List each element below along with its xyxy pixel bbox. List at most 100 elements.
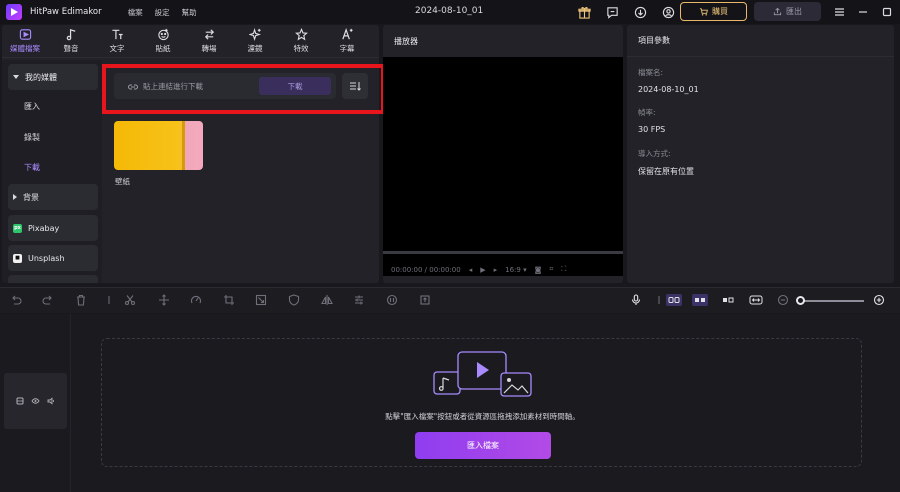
- split-icon[interactable]: [123, 293, 137, 307]
- adjust-icon[interactable]: [352, 293, 366, 307]
- previous-frame-icon[interactable]: ◂: [469, 266, 473, 274]
- track-video-icon[interactable]: [16, 397, 24, 405]
- aspect-ratio-select[interactable]: 16:9 ▾: [505, 266, 526, 274]
- buy-button[interactable]: 購買: [680, 2, 747, 21]
- tab-media[interactable]: 媒體檔案: [2, 25, 48, 57]
- tab-subtitle[interactable]: 字幕: [324, 25, 370, 57]
- menu-settings[interactable]: 設定: [155, 7, 170, 18]
- export-label: 匯出: [786, 7, 802, 16]
- magnet-snap-toggle[interactable]: [666, 294, 682, 306]
- url-input[interactable]: 貼上連結進行下載: [127, 81, 203, 92]
- tab-text-label: 文字: [109, 44, 125, 53]
- mirror-icon[interactable]: [320, 293, 334, 307]
- export-icon: [773, 7, 782, 16]
- feedback-icon[interactable]: [604, 4, 620, 20]
- crop-icon[interactable]: ⌗: [549, 265, 553, 274]
- audio-detach-icon[interactable]: [385, 293, 399, 307]
- speed-icon[interactable]: [189, 293, 203, 307]
- sidebar-background-label: 背景: [23, 192, 39, 202]
- sidebar-unsplash-label: Unsplash: [28, 253, 65, 263]
- zoom-slider-track[interactable]: [801, 300, 864, 302]
- link-track-toggle[interactable]: [692, 294, 708, 306]
- menu-file[interactable]: 檔案: [128, 7, 143, 18]
- import-media-illustration-icon: [433, 351, 532, 397]
- sidebar-my-media[interactable]: 我的媒體: [8, 64, 98, 90]
- titlebar-icons: [576, 4, 676, 20]
- pixabay-logo-icon: px: [13, 223, 22, 233]
- freeze-icon[interactable]: [254, 293, 268, 307]
- tab-effects[interactable]: 特效: [278, 25, 324, 57]
- microphone-icon[interactable]: [629, 293, 643, 307]
- next-frame-icon[interactable]: ▸: [494, 266, 498, 274]
- zoom-slider-handle[interactable]: [796, 296, 805, 305]
- properties-title: 項目參數: [627, 25, 894, 57]
- sidebar-unsplash[interactable]: ■ Unsplash: [8, 245, 98, 271]
- sidebar-item-import[interactable]: 匯入: [24, 101, 40, 112]
- timeline-drop-zone[interactable]: 點擊"匯入檔案"按鈕或者從資源區拖拽添加素材到時間軸。 匯入檔案: [101, 338, 862, 467]
- export-button[interactable]: 匯出: [754, 2, 821, 21]
- hamburger-menu-icon[interactable]: [833, 4, 845, 20]
- main-menu: 檔案 設定 幫助: [128, 7, 197, 18]
- download-button[interactable]: 下載: [259, 77, 331, 95]
- tab-sticker[interactable]: 貼紙: [140, 25, 186, 57]
- maximize-icon[interactable]: [881, 4, 893, 20]
- import-mode-value: 保留在原有位置: [638, 167, 694, 176]
- import-file-button[interactable]: 匯入檔案: [415, 432, 551, 459]
- delete-icon[interactable]: [74, 293, 88, 307]
- project-properties-panel: 項目參數 檔案名: 2024-08-10_01 幀率: 30 FPS 導入方式:…: [627, 25, 894, 283]
- tab-effects-label: 特效: [293, 44, 309, 53]
- separator-2: [652, 293, 666, 307]
- minimize-icon[interactable]: [857, 4, 869, 20]
- app-name: HitPaw Edimakor: [30, 7, 102, 17]
- music-note-icon: [66, 29, 75, 41]
- player-panel: 播放器 00:00:00 / 00:00:00 ◂ ▶ ▸ 16:9 ▾ ◙ ⌗…: [383, 25, 623, 283]
- sidebar-background[interactable]: 背景: [8, 184, 98, 210]
- tab-transition[interactable]: 轉場: [186, 25, 232, 57]
- timeline-toolbar: [0, 287, 900, 313]
- undo-icon[interactable]: [9, 293, 23, 307]
- eye-icon[interactable]: [31, 397, 40, 405]
- zoom-in-icon[interactable]: [872, 293, 886, 307]
- media-thumbnail[interactable]: [114, 121, 203, 170]
- url-placeholder: 貼上連結進行下載: [143, 82, 203, 91]
- playback-progress-bar[interactable]: [383, 251, 623, 254]
- play-icon[interactable]: ▶: [480, 266, 485, 274]
- crop-tool-icon[interactable]: [222, 293, 236, 307]
- menu-help[interactable]: 幫助: [182, 7, 197, 18]
- download-icon[interactable]: [632, 4, 648, 20]
- tab-filter[interactable]: 濾鏡: [232, 25, 278, 57]
- playback-controls: 00:00:00 / 00:00:00 ◂ ▶ ▸ 16:9 ▾ ◙ ⌗ ⛶: [391, 265, 619, 274]
- media-sidebar: 我的媒體 匯入 錄製 下載 背景 px Pixabay ■ Unsplash: [2, 60, 102, 283]
- window-controls: [833, 4, 900, 20]
- track-divider: [70, 314, 71, 492]
- framerate-value: 30 FPS: [638, 125, 666, 134]
- sidebar-item-record[interactable]: 錄製: [24, 132, 40, 143]
- sidebar-pixabay[interactable]: px Pixabay: [8, 215, 98, 241]
- sidebar-more-item[interactable]: [8, 275, 98, 283]
- import-mode-label: 導入方式:: [638, 149, 671, 158]
- transform-icon[interactable]: [157, 293, 171, 307]
- sidebar-my-media-label: 我的媒體: [25, 72, 57, 82]
- snapshot-icon[interactable]: ◙: [535, 266, 542, 274]
- gift-icon[interactable]: [576, 4, 592, 20]
- video-preview[interactable]: [383, 57, 623, 276]
- sticker-icon: [157, 28, 169, 41]
- tab-text[interactable]: 文字: [94, 25, 140, 57]
- sort-button[interactable]: [342, 73, 368, 99]
- document-title: 2024-08-10_01: [415, 6, 484, 16]
- fullscreen-icon[interactable]: ⛶: [561, 265, 566, 274]
- export-frame-icon[interactable]: [418, 293, 432, 307]
- zoom-out-icon[interactable]: [776, 293, 790, 307]
- speaker-icon[interactable]: [47, 397, 55, 405]
- category-tabs: 媒體檔案 聲音 文字 貼紙 轉場 濾鏡 特效 字幕: [2, 25, 379, 58]
- redo-icon[interactable]: [41, 293, 55, 307]
- fit-timeline-icon[interactable]: [748, 294, 764, 306]
- effects-icon: [294, 28, 308, 41]
- chevron-right-icon: [13, 194, 17, 200]
- split-track-toggle[interactable]: [720, 294, 736, 306]
- tab-audio[interactable]: 聲音: [48, 25, 94, 57]
- sidebar-item-download[interactable]: 下載: [24, 162, 40, 173]
- account-icon[interactable]: [660, 4, 676, 20]
- tab-transition-label: 轉場: [201, 44, 217, 53]
- mask-shield-icon[interactable]: [287, 293, 301, 307]
